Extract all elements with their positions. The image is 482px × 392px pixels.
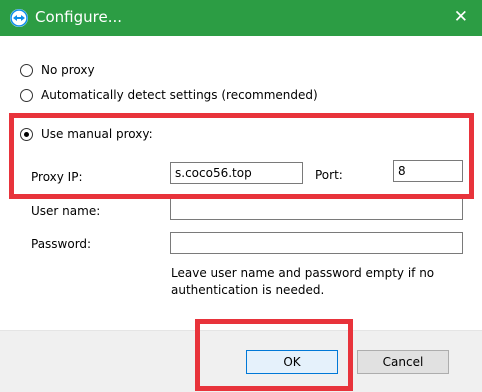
proxy-ip-label: Proxy IP: (31, 170, 83, 184)
manual-proxy-label[interactable]: Use manual proxy: (41, 127, 153, 141)
port-label: Port: (315, 168, 343, 182)
auto-detect-label[interactable]: Automatically detect settings (recommend… (41, 88, 318, 102)
cancel-button[interactable]: Cancel (357, 350, 449, 374)
window-title: Configure... (35, 8, 123, 26)
username-input[interactable] (170, 198, 463, 220)
credentials-note: Leave user name and password empty if no… (171, 266, 435, 297)
teamviewer-icon (10, 9, 28, 27)
manual-proxy-radio[interactable] (20, 128, 33, 141)
password-label: Password: (31, 237, 92, 251)
password-input[interactable] (170, 232, 463, 254)
auto-detect-radio[interactable] (20, 89, 33, 102)
no-proxy-radio[interactable] (20, 64, 33, 77)
username-label: User name: (31, 204, 101, 218)
port-input[interactable]: 8 (393, 160, 463, 182)
no-proxy-label[interactable]: No proxy (41, 63, 95, 77)
ok-button[interactable]: OK (246, 350, 338, 374)
proxy-ip-input[interactable]: s.coco56.top (170, 162, 303, 184)
title-bar: Configure... ✕ (0, 0, 482, 36)
manual-proxy-highlight (9, 113, 474, 199)
close-icon[interactable]: ✕ (454, 7, 468, 27)
